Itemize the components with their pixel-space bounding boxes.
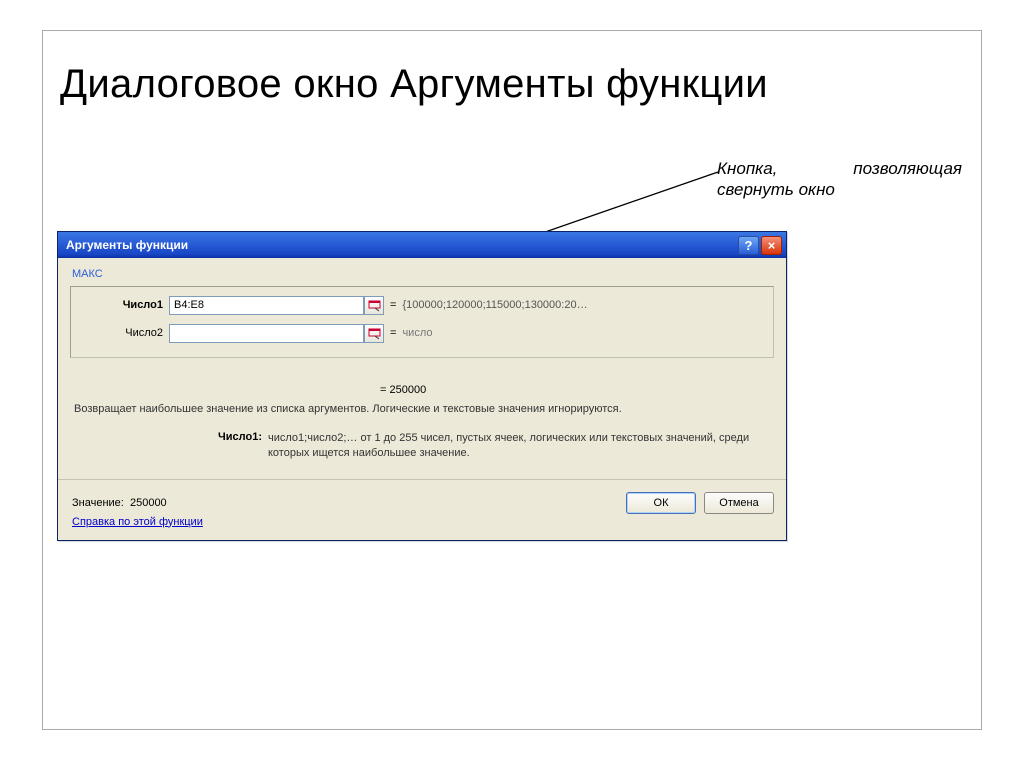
help-button[interactable]: ? — [738, 236, 759, 255]
collapse-icon — [368, 299, 381, 312]
dialog-footer: Значение: 250000 Справка по этой функции… — [58, 480, 786, 540]
function-arguments-dialog: Аргументы функции ? × МАКС Число1 = — [57, 231, 787, 541]
formula-result: = 250000 — [70, 368, 774, 402]
argument-row: Число1 = {100000;120000;115000;130000:20… — [79, 293, 765, 317]
collapse-icon — [368, 327, 381, 340]
value-label: Значение: 250000 — [72, 497, 167, 509]
argument-input-2[interactable] — [169, 324, 364, 343]
argument-row: Число2 = число — [79, 321, 765, 345]
dialog-title: Аргументы функции — [66, 238, 188, 252]
equals-sign: = — [384, 299, 402, 311]
callout-line1: Кнопка, позволяющая — [717, 158, 962, 179]
ok-button[interactable]: ОК — [626, 492, 696, 514]
collapse-dialog-button[interactable] — [364, 324, 384, 343]
argument-evaluation: число — [402, 327, 432, 339]
close-button[interactable]: × — [761, 236, 782, 255]
argument-help: Число1: число1;число2;… от 1 до 255 чисе… — [70, 427, 774, 479]
slide-title: Диалоговое окно Аргументы функции — [60, 62, 768, 107]
argument-label: Число2 — [79, 327, 169, 339]
collapse-dialog-button[interactable] — [364, 296, 384, 315]
function-name: МАКС — [70, 266, 774, 286]
argument-help-label: Число1: — [78, 431, 268, 461]
argument-help-text: число1;число2;… от 1 до 255 чисел, пусты… — [268, 431, 766, 461]
function-help-link[interactable]: Справка по этой функции — [72, 516, 203, 528]
equals-sign: = — [384, 327, 402, 339]
argument-evaluation: {100000;120000;115000;130000:20… — [402, 299, 587, 311]
callout-text: Кнопка, позволяющая свернуть окно — [717, 158, 962, 201]
dialog-body: МАКС Число1 = {100000;120000;115000;1300… — [58, 258, 786, 479]
cancel-button[interactable]: Отмена — [704, 492, 774, 514]
dialog-titlebar[interactable]: Аргументы функции ? × — [58, 232, 786, 258]
close-icon: × — [768, 238, 776, 253]
function-description: Возвращает наибольшее значение из списка… — [70, 402, 774, 427]
formula-result-value: 250000 — [389, 384, 426, 396]
value-number: 250000 — [130, 497, 167, 509]
argument-label: Число1 — [79, 299, 169, 311]
callout-line2: свернуть окно — [717, 179, 962, 200]
argument-input-1[interactable] — [169, 296, 364, 315]
help-icon: ? — [745, 238, 753, 253]
arguments-group: Число1 = {100000;120000;115000;130000:20… — [70, 286, 774, 358]
